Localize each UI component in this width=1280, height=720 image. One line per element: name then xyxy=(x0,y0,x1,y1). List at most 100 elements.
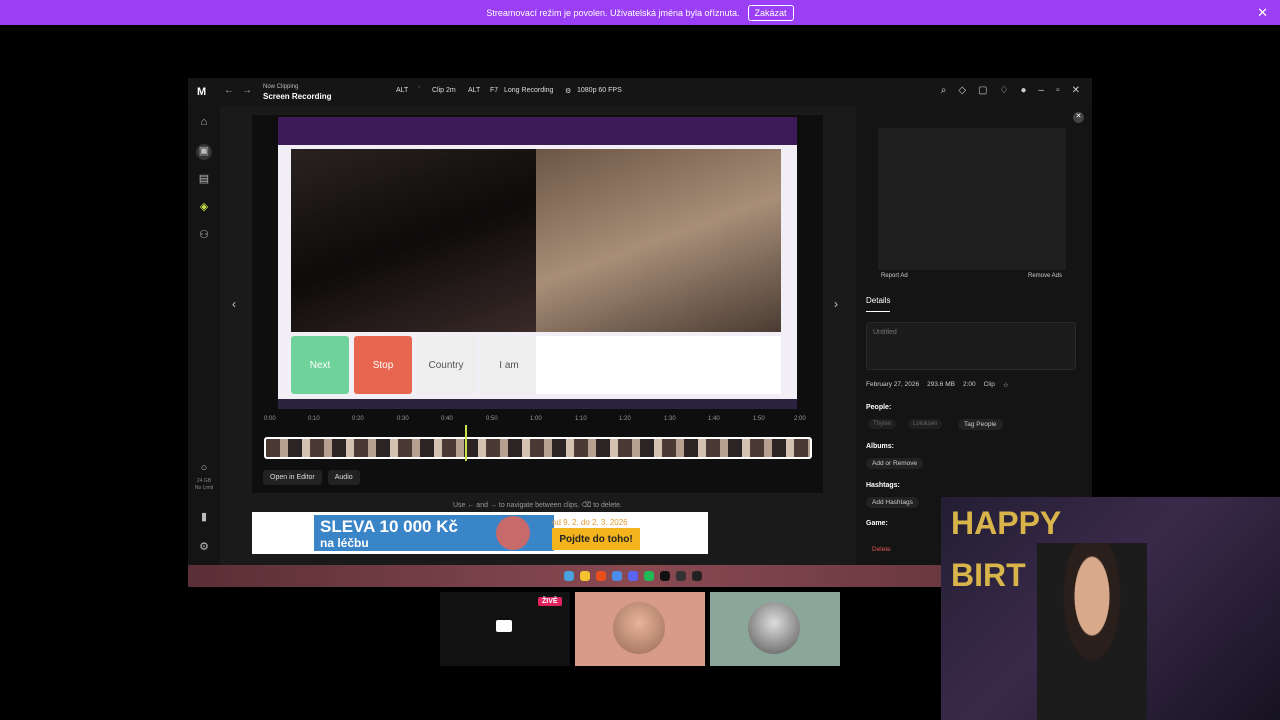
clip-preview: ‹ › Next Stop Country I am 0:00 0:10 0:2… xyxy=(232,115,838,509)
medal-icon[interactable] xyxy=(692,571,702,581)
long-recording-label[interactable]: Long Recording xyxy=(504,87,553,94)
settings-icon[interactable]: ⚙ xyxy=(197,540,211,554)
balloon-text-birt: BIRT xyxy=(951,557,1026,593)
minimize-icon[interactable]: – xyxy=(1039,85,1045,96)
open-in-editor-button[interactable]: Open in Editor xyxy=(263,470,322,485)
ad-headline: SLEVA 10 000 Kč xyxy=(320,517,458,536)
chat-buttons: Next Stop Country I am xyxy=(291,336,538,394)
chat-box xyxy=(536,336,781,394)
ad-slot xyxy=(878,128,1066,270)
tick-label: 1:50 xyxy=(753,416,765,422)
participant-tile-2[interactable] xyxy=(710,592,840,666)
feedback-icon[interactable]: ▮ xyxy=(197,510,211,524)
tab-details[interactable]: Details xyxy=(866,296,891,312)
person-chip-1[interactable]: Thyten xyxy=(868,419,897,429)
friends-icon[interactable]: ⚇ xyxy=(197,228,211,242)
clip-type: Clip xyxy=(983,381,995,388)
ad-cta-button[interactable]: Pojdte do toho! xyxy=(552,528,640,550)
folder-icon[interactable]: ▤ xyxy=(197,172,211,186)
streamer xyxy=(1037,543,1147,720)
people-label: People: xyxy=(866,404,892,411)
add-hashtags-button[interactable]: Add Hashtags xyxy=(866,497,919,508)
streamer-webcam: HAPPY BIRT xyxy=(941,497,1280,720)
clips-icon[interactable]: ▣ xyxy=(196,144,212,160)
report-ad-link[interactable]: Report Ad xyxy=(881,273,908,279)
tick-label: 1:30 xyxy=(664,416,676,422)
steam-icon[interactable] xyxy=(676,571,686,581)
gem-icon[interactable]: ◇ xyxy=(958,85,966,96)
stop-button: Stop xyxy=(354,336,412,394)
obs-icon[interactable] xyxy=(660,571,670,581)
timeline[interactable]: 0:00 0:10 0:20 0:30 0:40 0:50 1:00 1:10 … xyxy=(264,413,812,463)
discord-icon[interactable] xyxy=(628,571,638,581)
clip-tools: Open in Editor Audio xyxy=(263,470,360,485)
home-icon[interactable]: ⌂ xyxy=(197,116,211,130)
edge-icon[interactable] xyxy=(612,571,622,581)
clip-duration: 2:00 xyxy=(962,381,976,388)
quality-setting[interactable]: 1080p 60 FPS xyxy=(577,87,622,94)
clip-hotkey-label[interactable]: Clip 2m xyxy=(432,87,456,94)
now-clipping: Now Clipping Screen Recording xyxy=(263,82,331,102)
explorer-icon[interactable] xyxy=(564,571,574,581)
remove-ads-link[interactable]: Remove Ads xyxy=(1028,273,1062,279)
person-chip-2[interactable]: Lotoksen xyxy=(908,419,943,429)
close-icon[interactable]: ✕ xyxy=(1257,5,1268,21)
heart-image xyxy=(496,516,530,550)
tag-people-button[interactable]: Tag People xyxy=(958,419,1003,430)
browser-bar xyxy=(278,117,797,145)
folder-taskbar-icon[interactable] xyxy=(580,571,590,581)
audio-dropdown[interactable]: Audio xyxy=(327,470,360,485)
title-field[interactable]: Untitled xyxy=(866,322,1076,370)
nav-arrows[interactable]: ←→ xyxy=(224,85,260,96)
hotkey-mod-1: ALT xyxy=(396,87,409,94)
hashtags-label: Hashtags: xyxy=(866,482,900,489)
tick-label: 2:00 xyxy=(794,416,806,422)
recording-mode[interactable]: Screen Recording xyxy=(263,92,331,102)
playhead[interactable] xyxy=(465,425,467,461)
tick-label: 1:00 xyxy=(530,416,542,422)
tick-label: 0:10 xyxy=(308,416,320,422)
clip-meta: February 27, 2026 293.6 MB 2:00 Clip ☆ xyxy=(866,381,1009,389)
tick-label: 1:10 xyxy=(575,416,587,422)
recorded-taskbar xyxy=(278,399,797,409)
spotify-icon[interactable] xyxy=(644,571,654,581)
now-clipping-label: Now Clipping xyxy=(263,84,299,90)
thumbnail-strip[interactable] xyxy=(264,437,812,459)
game-label: Game: xyxy=(866,520,888,527)
disable-button[interactable]: Zakázat xyxy=(747,4,794,21)
screen-share-tile[interactable]: ŽIVĚ xyxy=(440,592,570,666)
chat-icon[interactable]: ▢ xyxy=(978,85,987,96)
ad-subline: na léčbu xyxy=(320,536,369,550)
close-window-icon[interactable]: ✕ xyxy=(1072,85,1080,96)
live-badge: ŽIVĚ xyxy=(538,597,562,606)
bell-icon[interactable]: ♢ xyxy=(999,85,1008,96)
tick-label: 1:40 xyxy=(708,416,720,422)
star-icon[interactable]: ☆ xyxy=(1003,381,1009,389)
prev-clip-icon[interactable]: ‹ xyxy=(232,297,236,311)
search-icon[interactable]: ⌕ xyxy=(941,85,947,96)
hotkey-key-1: ` xyxy=(418,87,421,94)
delete-button[interactable]: Delete xyxy=(872,546,891,553)
gear-icon[interactable]: ⚙ xyxy=(565,87,571,95)
maximize-icon[interactable]: ▫ xyxy=(1056,85,1060,96)
timeline-ticks: 0:00 0:10 0:20 0:30 0:40 0:50 1:00 1:10 … xyxy=(264,416,812,426)
ad-dates: od 9. 2. do 2. 3. 2026 xyxy=(552,518,628,527)
brave-icon[interactable] xyxy=(596,571,606,581)
video-frame[interactable]: Next Stop Country I am xyxy=(278,117,797,409)
tick-label: 0:20 xyxy=(352,416,364,422)
navigation-hint: Use ← and → to navigate between clips. ⌫… xyxy=(452,502,623,509)
participant-tile-1[interactable] xyxy=(575,592,705,666)
app-logo[interactable]: M xyxy=(197,86,206,98)
add-album-button[interactable]: Add or Remove xyxy=(866,458,924,469)
diamond-icon[interactable]: ◈ xyxy=(197,200,211,214)
avatar xyxy=(748,602,800,654)
close-panel-icon[interactable]: ✕ xyxy=(1073,112,1084,123)
monitor-icon xyxy=(496,620,512,632)
country-button: Country xyxy=(417,336,475,394)
iam-button: I am xyxy=(480,336,538,394)
banner-ad[interactable]: SLEVA 10 000 Kč na léčbu od 9. 2. do 2. … xyxy=(252,512,708,554)
avatar[interactable]: ● xyxy=(1020,85,1026,96)
storage-icon: ○ xyxy=(200,462,208,474)
next-clip-icon[interactable]: › xyxy=(834,297,838,311)
tick-label: 0:50 xyxy=(486,416,498,422)
